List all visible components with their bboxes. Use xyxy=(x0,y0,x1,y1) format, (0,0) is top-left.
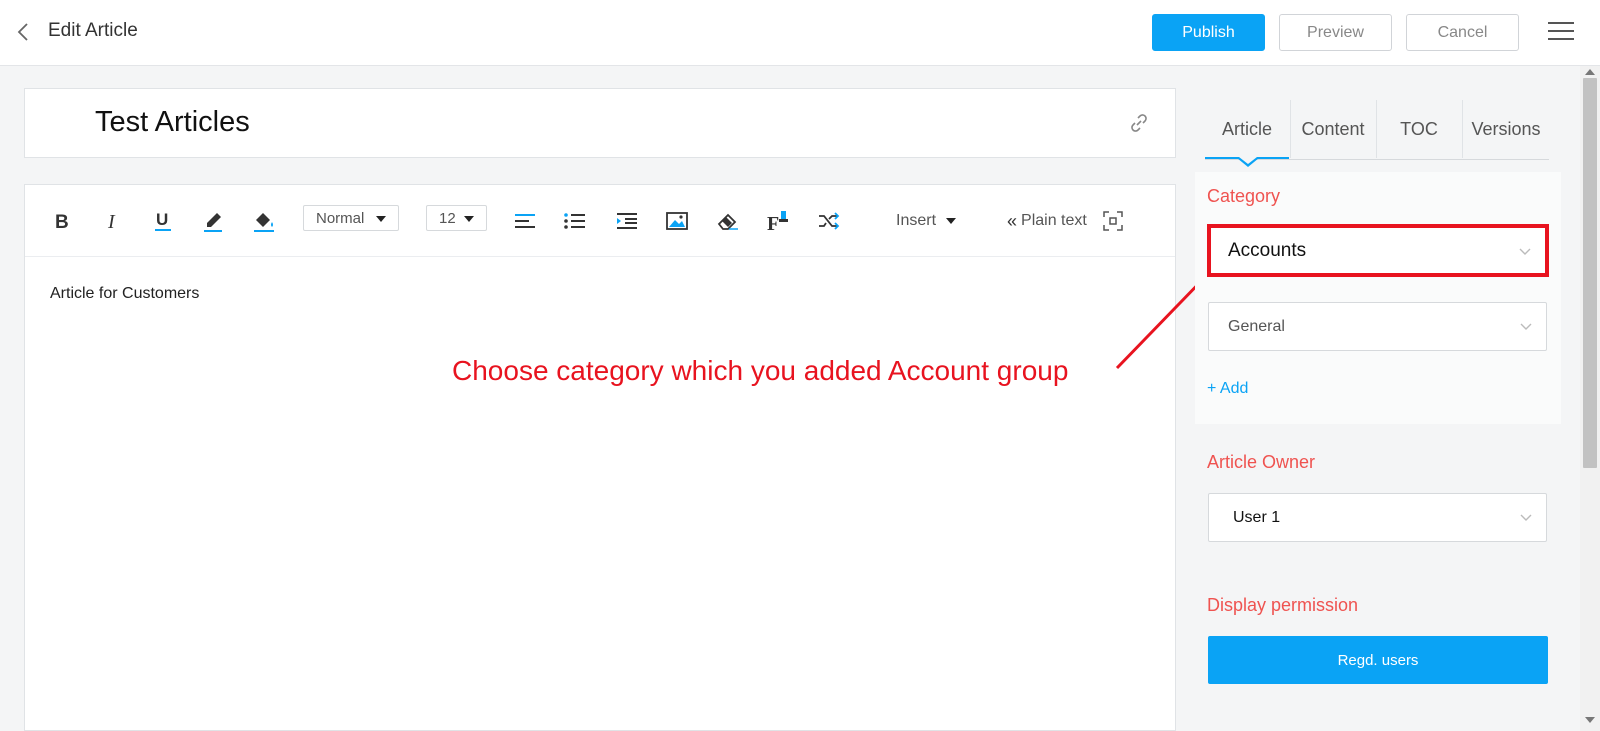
article-title-card: Test Articles xyxy=(24,88,1176,158)
top-bar: Edit Article Publish Preview Cancel xyxy=(0,0,1600,66)
image-icon[interactable] xyxy=(665,207,689,235)
article-owner-value: User 1 xyxy=(1233,509,1281,526)
italic-icon[interactable]: I xyxy=(102,207,124,235)
plain-text-label: Plain text xyxy=(1021,212,1087,229)
fill-color-icon[interactable] xyxy=(251,207,277,235)
preview-button[interactable]: Preview xyxy=(1279,14,1392,51)
format-select-value: Normal xyxy=(316,209,365,227)
caret-down-icon xyxy=(376,216,386,222)
fullscreen-icon[interactable] xyxy=(1101,207,1125,235)
scroll-down-arrow-icon[interactable] xyxy=(1585,717,1595,723)
chevron-down-icon xyxy=(1520,514,1532,521)
article-owner-label: Article Owner xyxy=(1207,452,1316,472)
publish-button[interactable]: Publish xyxy=(1152,14,1265,51)
subcategory-select[interactable]: General xyxy=(1208,302,1547,351)
double-chevron-left-icon: « xyxy=(1007,210,1018,231)
link-icon[interactable] xyxy=(1128,112,1150,134)
format-painter-icon[interactable]: F xyxy=(765,207,791,235)
shuffle-icon[interactable] xyxy=(817,207,841,235)
scrollbar-thumb[interactable] xyxy=(1583,78,1597,468)
vertical-scrollbar[interactable] xyxy=(1580,66,1600,731)
format-select[interactable]: Normal xyxy=(303,205,399,231)
article-editor: B I U Normal 12 F Insert « Plain text Ar… xyxy=(24,184,1176,731)
back-arrow-icon[interactable] xyxy=(14,20,34,44)
add-category-link[interactable]: + Add xyxy=(1207,380,1248,398)
caret-down-icon xyxy=(946,218,957,224)
editor-toolbar: B I U Normal 12 F Insert « Plain text xyxy=(25,185,1175,257)
tab-toc[interactable]: TOC xyxy=(1377,100,1461,158)
svg-text:I: I xyxy=(107,212,116,230)
active-tab-pointer-fill xyxy=(1239,157,1257,164)
category-panel xyxy=(1195,172,1561,424)
scroll-up-arrow-icon[interactable] xyxy=(1585,69,1595,75)
article-title-input[interactable]: Test Articles xyxy=(95,106,250,139)
sidebar-tabs: Article Content TOC Versions xyxy=(1205,100,1549,167)
underline-icon[interactable]: U xyxy=(151,207,175,235)
bold-icon[interactable]: B xyxy=(51,207,73,235)
align-left-icon[interactable] xyxy=(513,207,537,235)
article-owner-select[interactable]: User 1 xyxy=(1208,493,1547,542)
svg-text:U: U xyxy=(156,210,168,229)
display-permission-button[interactable]: Regd. users xyxy=(1208,636,1548,684)
subcategory-select-value: General xyxy=(1228,318,1285,335)
tab-versions[interactable]: Versions xyxy=(1463,100,1549,158)
article-body-text[interactable]: Article for Customers xyxy=(50,285,199,303)
chevron-down-icon xyxy=(1520,323,1532,330)
text-color-icon[interactable] xyxy=(201,207,225,235)
category-select-value: Accounts xyxy=(1228,240,1307,261)
indent-icon[interactable] xyxy=(615,207,639,235)
font-size-value: 12 xyxy=(439,209,456,227)
tab-article[interactable]: Article xyxy=(1205,100,1289,158)
eraser-icon[interactable] xyxy=(715,207,741,235)
bullet-list-icon[interactable] xyxy=(563,207,587,235)
category-label: Category xyxy=(1207,186,1281,206)
annotation-callout-text: Choose category which you added Account … xyxy=(452,355,1069,386)
plain-text-button[interactable]: « Plain text xyxy=(1007,207,1087,235)
insert-label: Insert xyxy=(896,212,937,229)
insert-dropdown[interactable]: Insert xyxy=(896,207,957,235)
cancel-button[interactable]: Cancel xyxy=(1406,14,1519,51)
page-title: Edit Article xyxy=(48,20,138,41)
display-permission-label: Display permission xyxy=(1207,595,1359,615)
tab-content[interactable]: Content xyxy=(1291,100,1375,158)
chevron-down-icon xyxy=(1519,248,1531,255)
font-size-select[interactable]: 12 xyxy=(426,205,487,231)
category-select-highlighted[interactable]: Accounts xyxy=(1207,224,1549,277)
hamburger-menu-icon[interactable] xyxy=(1548,22,1574,42)
caret-down-icon xyxy=(464,216,474,222)
svg-text:B: B xyxy=(55,212,69,230)
svg-text:F: F xyxy=(767,213,779,233)
